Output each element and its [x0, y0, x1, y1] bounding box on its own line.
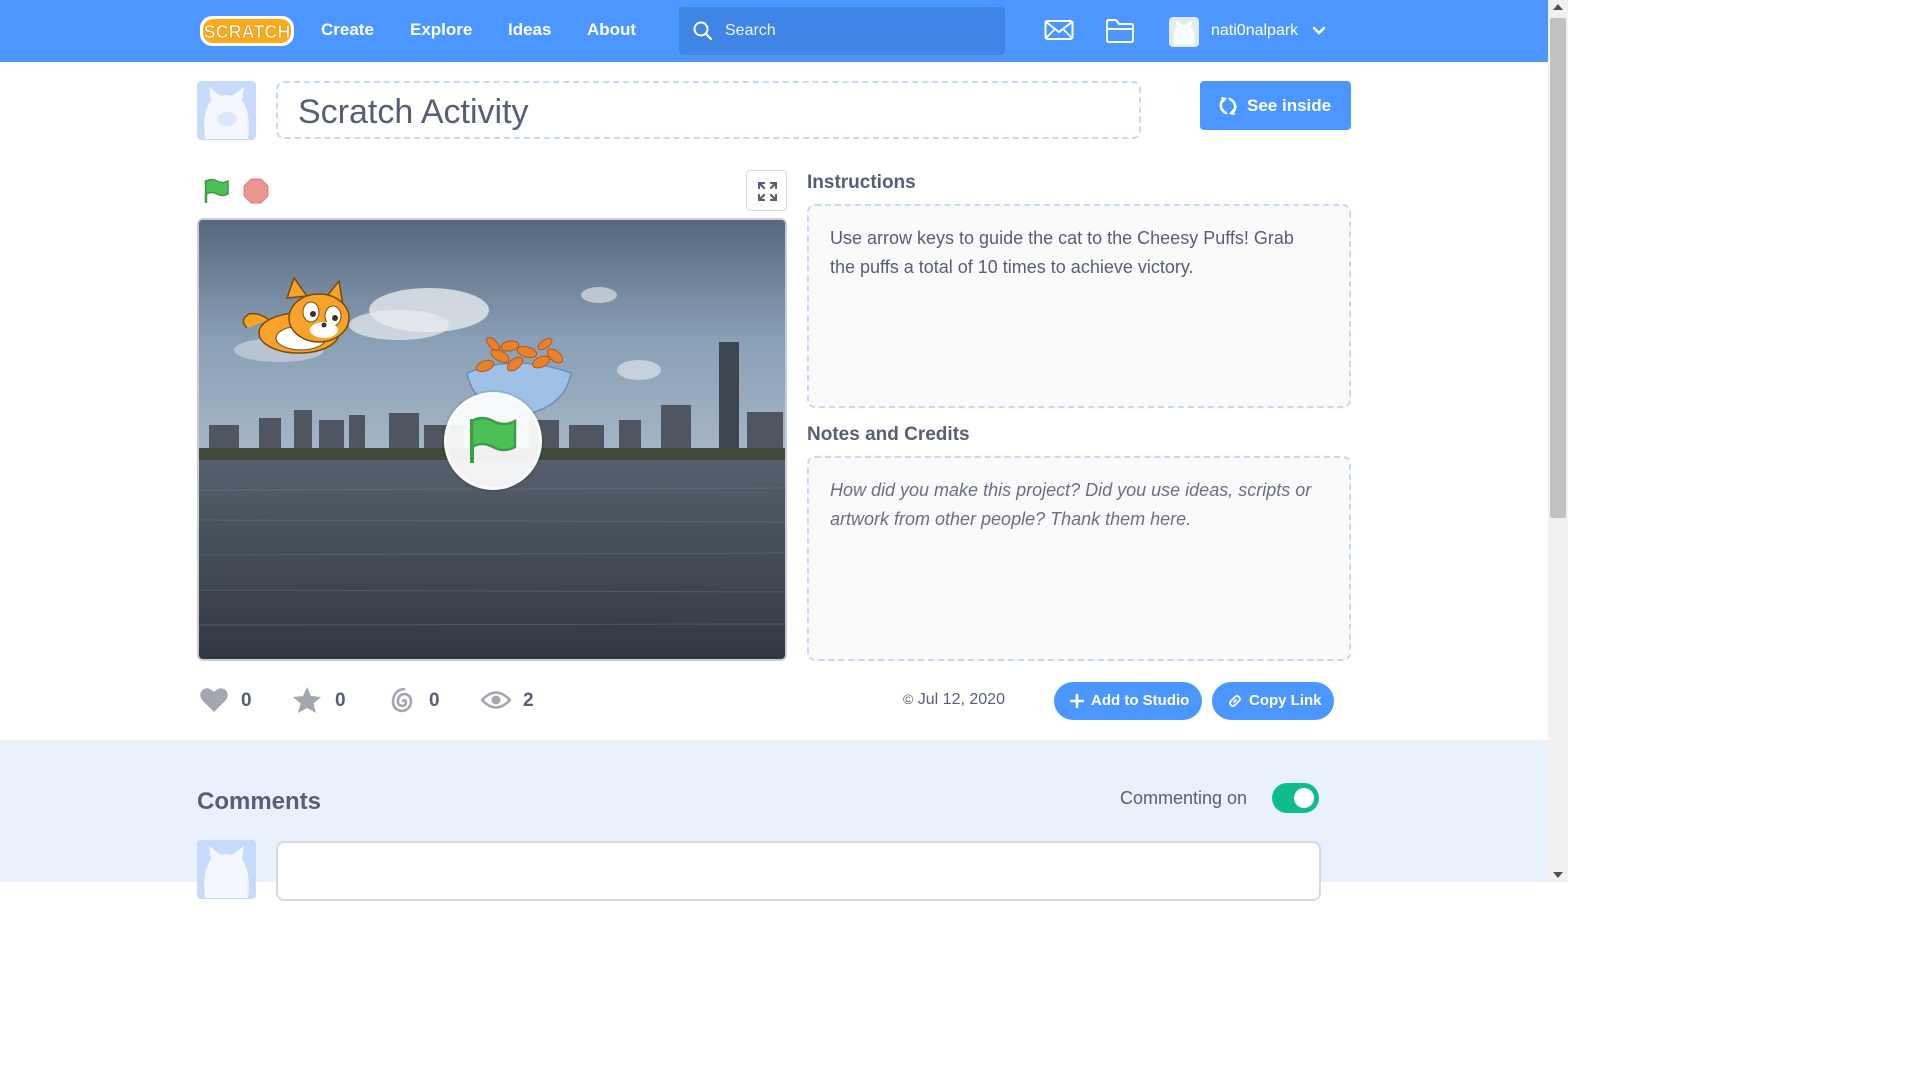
comment-input-field[interactable]: [276, 841, 1321, 901]
view-count: 2: [523, 690, 534, 711]
svg-text:SCRATCH: SCRATCH: [204, 22, 291, 42]
user-avatar[interactable]: [1169, 17, 1199, 47]
search-box: [679, 7, 1005, 55]
comments-section: Comments Commenting on: [0, 740, 1548, 901]
notes-placeholder-text: How did you make this project? Did you u…: [830, 480, 1312, 529]
messages-icon[interactable]: [1044, 18, 1074, 42]
scroll-up-arrow-icon[interactable]: [1553, 4, 1563, 10]
copy-link-label: Copy Link: [1249, 692, 1322, 709]
comments-heading: Comments: [197, 788, 322, 815]
see-inside-button[interactable]: See inside: [1200, 81, 1351, 130]
top-navbar: SCRATCH Create Explore Ideas About nati0…: [0, 0, 1548, 62]
green-flag-icon[interactable]: [203, 177, 231, 205]
eye-views-icon: [481, 691, 511, 709]
fullscreen-button[interactable]: [746, 170, 787, 211]
commenting-toggle[interactable]: [1272, 783, 1319, 813]
remix-count: 0: [429, 690, 440, 711]
scratch-logo[interactable]: SCRATCH: [199, 13, 295, 49]
nav-create-link[interactable]: Create: [321, 20, 374, 40]
green-flag-icon: [470, 416, 517, 463]
scrollbar-thumb[interactable]: [1550, 18, 1566, 518]
username-label[interactable]: nati0nalpark: [1211, 22, 1298, 40]
instructions-text: Use arrow keys to guide the cat to the C…: [830, 228, 1294, 277]
nav-explore-link[interactable]: Explore: [410, 20, 472, 40]
project-stage[interactable]: [197, 218, 787, 661]
scroll-down-arrow-icon[interactable]: [1553, 872, 1563, 878]
instructions-label: Instructions: [807, 172, 916, 193]
start-project-overlay-button[interactable]: [444, 392, 542, 490]
copyright-icon: ©: [903, 691, 914, 707]
love-count: 0: [241, 690, 252, 711]
commenter-avatar: [197, 840, 256, 899]
shared-date: © Jul 12, 2020: [903, 691, 1005, 709]
favorite-count: 0: [335, 690, 346, 711]
see-inside-label: See inside: [1247, 96, 1332, 115]
shared-date-text: Jul 12, 2020: [917, 691, 1005, 708]
nav-about-link[interactable]: About: [587, 20, 636, 40]
project-title: Scratch Activity: [298, 93, 529, 131]
plus-icon: [1070, 694, 1084, 708]
nav-ideas-link[interactable]: Ideas: [508, 20, 551, 40]
commenting-toggle-label: Commenting on: [1120, 788, 1248, 808]
toggle-knob: [1294, 788, 1314, 808]
project-author-avatar[interactable]: [197, 81, 256, 140]
link-icon: [1229, 695, 1241, 707]
page-scrollbar[interactable]: [1548, 0, 1568, 882]
fullscreen-icon: [758, 182, 777, 201]
search-icon: [693, 21, 713, 41]
copy-link-button[interactable]: Copy Link: [1212, 682, 1334, 720]
remix-arrows-icon: [1219, 97, 1237, 115]
chevron-down-icon[interactable]: [1311, 24, 1327, 38]
heart-love-icon[interactable]: [199, 686, 229, 714]
notes-credits-field[interactable]: How did you make this project? Did you u…: [807, 456, 1351, 661]
search-input[interactable]: [725, 17, 985, 45]
stop-sign-icon[interactable]: [243, 178, 269, 204]
instructions-field[interactable]: Use arrow keys to guide the cat to the C…: [807, 204, 1351, 408]
add-to-studio-button[interactable]: Add to Studio: [1054, 682, 1202, 720]
star-favorite-icon[interactable]: [292, 686, 322, 714]
add-to-studio-label: Add to Studio: [1091, 692, 1190, 709]
project-title-field[interactable]: Scratch Activity: [276, 81, 1141, 139]
notes-credits-label: Notes and Credits: [807, 424, 970, 445]
remix-spiral-icon: [391, 687, 413, 713]
my-stuff-folder-icon[interactable]: [1105, 18, 1135, 44]
